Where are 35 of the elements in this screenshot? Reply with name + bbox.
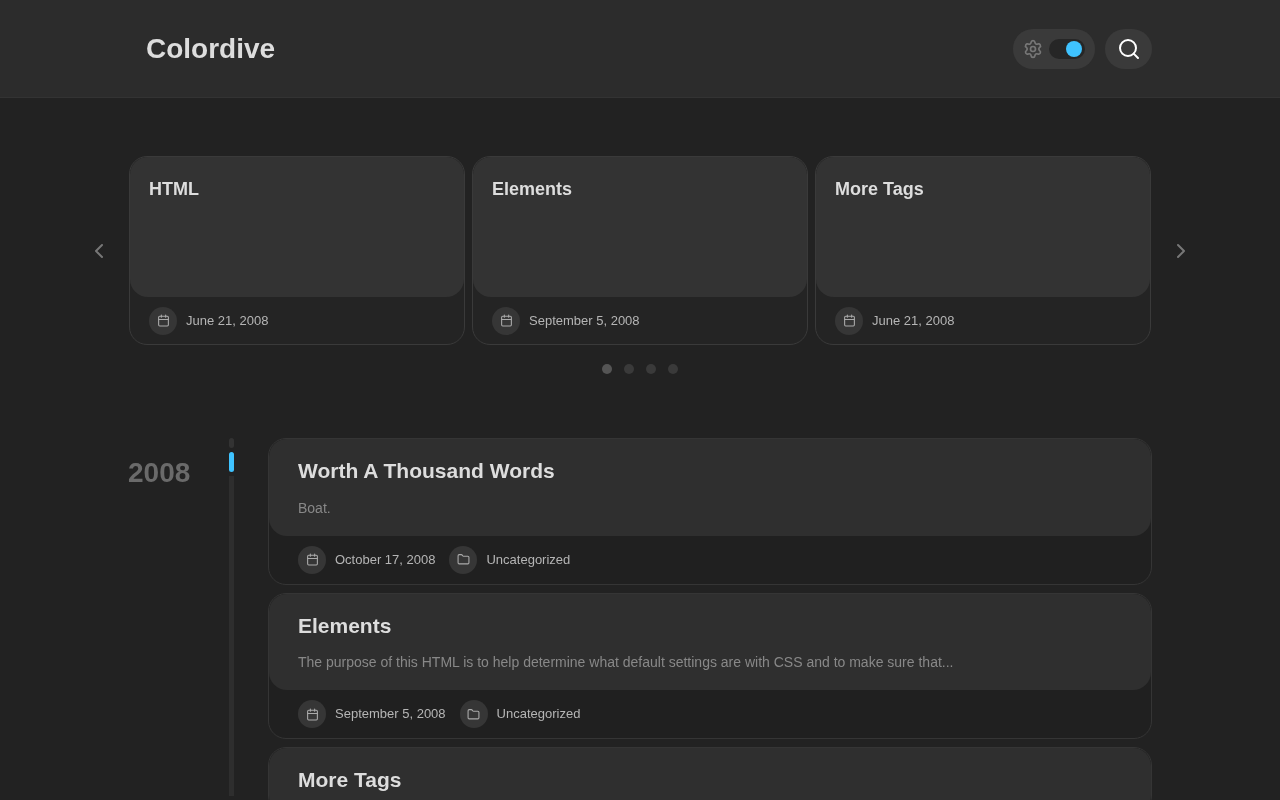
post-category[interactable]: Uncategorized [486, 549, 571, 570]
post-category[interactable]: Uncategorized [496, 704, 581, 724]
post-card[interactable]: Worth A Thousand Words Boat. October 17, 2008 Uncategorized [268, 438, 1152, 585]
post-date: September 5, 2008 [335, 705, 446, 724]
post-date: June 21, 2008 [186, 311, 269, 330]
card-title: HTML [149, 179, 199, 199]
post-title: More Tags [298, 767, 403, 793]
gear-icon [1023, 38, 1043, 59]
search-button[interactable] [1105, 28, 1152, 69]
post-date: September 5, 2008 [529, 311, 640, 330]
calendar-icon [298, 545, 326, 574]
year-label: 2008 [128, 457, 191, 488]
card-title: More Tags [835, 179, 924, 199]
post-excerpt: The purpose of this HTML is to help determine what default settings are with CSS and to make sure that... [298, 653, 955, 672]
card-title: Elements [492, 179, 573, 199]
featured-card[interactable]: More Tags June 21, 2008 [815, 156, 1151, 345]
post-card[interactable]: More Tags [268, 747, 1152, 800]
post-title: Elements [298, 612, 393, 639]
post-date: October 17, 2008 [335, 550, 436, 569]
post-card[interactable]: Elements The purpose of this HTML is to help determine what default settings are with CSS and to make sure that... September 5, 2008 Uncategorized [268, 592, 1152, 739]
theme-toggle[interactable] [1013, 28, 1095, 69]
timeline-marker [228, 452, 234, 472]
site-logo[interactable]: Colordive [146, 27, 276, 70]
post-excerpt: Boat. [298, 498, 332, 518]
calendar-icon [149, 306, 177, 335]
folder-icon [449, 545, 478, 574]
folder-icon [459, 700, 488, 728]
search-icon [1116, 36, 1141, 61]
featured-card[interactable]: Elements September 5, 2008 [472, 156, 808, 345]
post-date: June 21, 2008 [872, 311, 955, 330]
calendar-icon [492, 306, 520, 335]
post-title: Worth A Thousand Words [298, 458, 556, 484]
calendar-icon [298, 700, 326, 728]
featured-card[interactable]: HTML June 21, 2008 [129, 156, 465, 345]
calendar-icon [835, 306, 863, 335]
